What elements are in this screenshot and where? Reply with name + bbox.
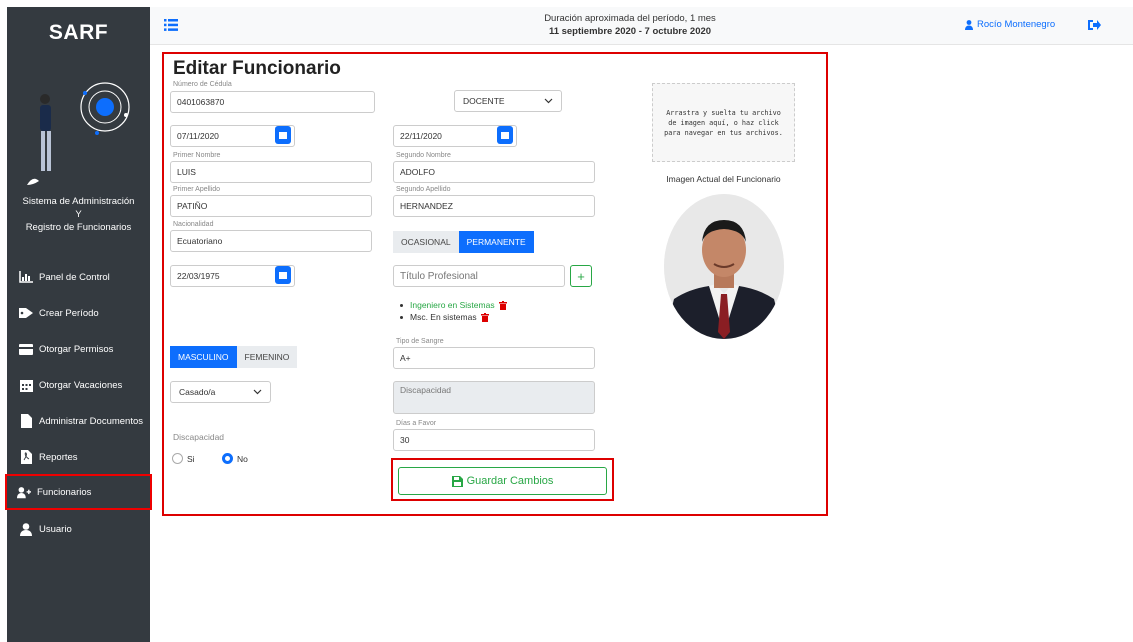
first-name-label: Primer Nombre	[173, 152, 221, 159]
top-bar: Duración aproximada del período, 1 mes 1…	[150, 7, 1133, 45]
user-menu[interactable]: Rocío Montenegro	[965, 19, 1055, 30]
sidebar-item-otorgar-permisos[interactable]: Otorgar Permisos	[7, 331, 150, 367]
list-item: Msc. En sistemas	[400, 311, 507, 323]
chevron-down-icon	[544, 98, 553, 104]
disability-label: Discapacidad	[173, 432, 225, 442]
first-surname-label: Primer Apellido	[173, 186, 221, 193]
degree-name: Ingeniero en Sistemas	[410, 300, 495, 310]
cedula-input[interactable]: 0401063870	[170, 91, 375, 113]
degree-list: Ingeniero en Sistemas Msc. En sistemas	[400, 299, 507, 323]
radio-circle	[172, 453, 183, 464]
illustration-icon	[27, 82, 130, 185]
gender-option-masculino[interactable]: MASCULINO	[170, 346, 237, 368]
logout-icon[interactable]	[1087, 18, 1101, 32]
sidebar-item-usuario[interactable]: Usuario	[7, 511, 150, 547]
second-name-label: Segundo Nombre	[396, 152, 451, 159]
caption-line-3: Registro de Funcionarios	[25, 222, 132, 233]
list-item: Ingeniero en Sistemas	[400, 299, 507, 311]
menu-toggle-icon[interactable]	[164, 19, 178, 31]
image-dropzone[interactable]: Arrastra y suelta tu archivo de imagen a…	[652, 83, 795, 162]
add-degree-button[interactable]: +	[570, 265, 592, 287]
sidebar-item-label: Reportes	[39, 451, 78, 463]
civil-status-select[interactable]: Casado/a	[170, 381, 271, 403]
brand-logo: SARF	[48, 21, 109, 44]
user-icon	[965, 19, 973, 30]
app-caption: Sistema de Administración Y Registro de …	[7, 195, 150, 234]
file-icon	[19, 414, 33, 428]
tag-icon	[19, 306, 33, 320]
calendar-icon[interactable]	[275, 126, 291, 144]
gender-toggle: MASCULINO FEMENINO	[170, 346, 298, 368]
second-surname-input[interactable]: HERNANDEZ	[393, 195, 595, 217]
user-icon	[19, 522, 33, 536]
caption-line-1: Sistema de Administración	[22, 196, 135, 207]
degree-input[interactable]	[393, 265, 565, 287]
save-icon	[451, 475, 463, 487]
contract-option-permanente[interactable]: PERMANENTE	[458, 231, 534, 253]
chevron-down-icon	[253, 389, 262, 395]
sidebar-item-crear-periodo[interactable]: Crear Período	[7, 295, 150, 331]
caption-line-2: Y	[75, 209, 82, 220]
first-surname-input[interactable]: PATIÑO	[170, 195, 372, 217]
sidebar-item-label: Usuario	[39, 523, 72, 535]
radio-label: No	[237, 453, 248, 464]
sidebar-item-label: Crear Período	[39, 307, 99, 319]
image-label: Imagen Actual del Funcionario	[666, 174, 781, 184]
trash-icon[interactable]	[498, 300, 507, 310]
contract-option-ocasional[interactable]: OCASIONAL	[393, 231, 459, 253]
sidebar-item-label: Administrar Documentos	[39, 415, 144, 427]
civil-status-value: Casado/a	[179, 387, 216, 397]
calendar-icon	[19, 378, 33, 392]
calendar-icon[interactable]	[497, 126, 513, 144]
sidebar-item-panel-control[interactable]: Panel de Control	[7, 259, 150, 295]
user-name: Rocío Montenegro	[977, 19, 1056, 30]
calendar-icon[interactable]	[275, 266, 291, 284]
sidebar-item-label: Otorgar Permisos	[39, 343, 114, 355]
disability-detail-input: Discapacidad	[393, 381, 595, 414]
sidebar-item-reportes[interactable]: Reportes	[7, 439, 150, 475]
sidebar-item-administrar-documentos[interactable]: Administrar Documentos	[7, 403, 150, 439]
sidebar-item-otorgar-vacaciones[interactable]: Otorgar Vacaciones	[7, 367, 150, 403]
employee-photo	[664, 194, 784, 339]
gender-option-femenino[interactable]: FEMENINO	[236, 346, 298, 368]
trash-icon[interactable]	[480, 312, 489, 322]
sidebar-item-label: Panel de Control	[39, 271, 110, 283]
blood-type-input[interactable]: A+	[393, 347, 595, 369]
days-label: Días a Favor	[396, 420, 437, 427]
period-info: Duración aproximada del período, 1 mes 1…	[480, 12, 780, 38]
role-select[interactable]: DOCENTE	[454, 90, 562, 112]
sidebar: SARF Sistema de Administración Y Registr…	[5, 7, 152, 642]
cedula-label: Número de Cédula	[173, 81, 232, 88]
role-select-value: DOCENTE	[463, 96, 505, 106]
second-surname-label: Segundo Apellido	[396, 186, 451, 193]
save-button-label: Guardar Cambios	[466, 475, 554, 487]
sidebar-item-funcionarios[interactable]: Funcionarios	[5, 474, 152, 510]
contract-type-toggle: OCASIONAL PERMANENTE	[393, 231, 534, 253]
sidebar-item-label: Otorgar Vacaciones	[39, 379, 123, 391]
blood-type-label: Tipo de Sangre	[396, 338, 444, 345]
disability-option-si[interactable]: Si	[172, 453, 195, 464]
credit-card-icon	[19, 342, 33, 356]
pdf-icon	[19, 450, 33, 464]
user-plus-icon	[17, 485, 31, 499]
save-button[interactable]: Guardar Cambios	[398, 467, 607, 495]
disability-option-no[interactable]: No	[222, 453, 248, 464]
degree-name: Msc. En sistemas	[410, 312, 477, 322]
nationality-label: Nacionalidad	[173, 221, 214, 228]
first-name-input[interactable]: LUIS	[170, 161, 372, 183]
radio-circle	[222, 453, 233, 464]
second-name-input[interactable]: ADOLFO	[393, 161, 595, 183]
period-duration: Duración aproximada del período, 1 mes	[544, 13, 716, 24]
nationality-input[interactable]: Ecuatoriano	[170, 230, 372, 252]
period-dates: 11 septiembre 2020 - 7 octubre 2020	[548, 26, 712, 37]
radio-label: Si	[187, 453, 195, 464]
days-input[interactable]: 30	[393, 429, 595, 451]
sidebar-item-label: Funcionarios	[37, 486, 92, 498]
chart-icon	[19, 270, 33, 284]
page-title: Editar Funcionario	[173, 58, 341, 79]
